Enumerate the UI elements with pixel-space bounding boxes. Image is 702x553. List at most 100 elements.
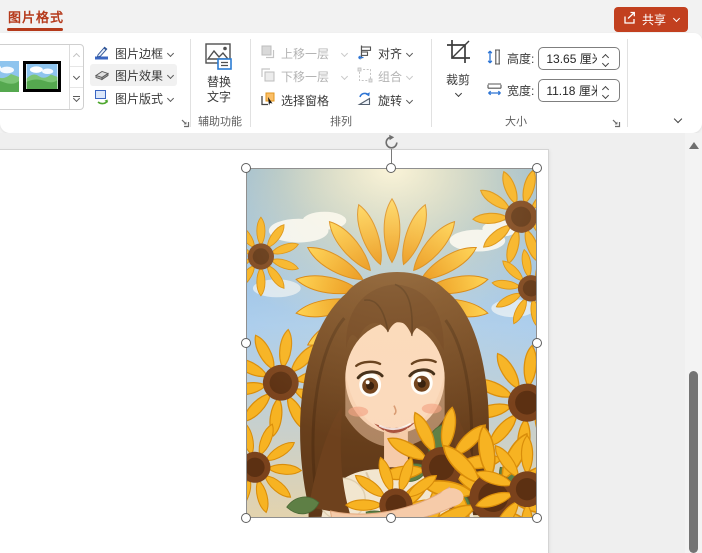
chevron-down-icon <box>341 49 348 56</box>
group-separator <box>250 39 251 127</box>
size-group-label: 大小 <box>486 113 546 129</box>
align-button[interactable]: 对齐 <box>353 42 416 64</box>
selection-pane-icon <box>260 91 276 110</box>
picture-style-thumbnail[interactable] <box>0 61 19 92</box>
share-label: 共享 <box>642 11 666 28</box>
chevron-up-icon <box>73 53 80 60</box>
chevron-down-icon <box>406 49 413 56</box>
chevron-down-icon <box>167 94 174 101</box>
arrange-group-label: 排列 <box>310 113 372 129</box>
crop-label: 裁剪 <box>446 73 470 88</box>
group-separator <box>431 39 432 127</box>
height-label: 高度: <box>507 50 534 67</box>
rotate-label: 旋转 <box>378 92 402 109</box>
rotation-handle-stem <box>391 149 392 163</box>
width-icon <box>486 80 503 101</box>
height-spinbox <box>538 47 620 70</box>
selection-pane-label: 选择窗格 <box>281 92 329 109</box>
resize-handle-bottom-center[interactable] <box>386 513 396 523</box>
picture-styles-dialog-launcher[interactable] <box>179 115 190 126</box>
chevron-down-icon <box>406 96 413 103</box>
alt-text-label-line1: 替换 <box>207 75 231 90</box>
align-label: 对齐 <box>378 45 402 62</box>
align-icon <box>357 44 373 63</box>
selected-picture[interactable] <box>246 168 537 518</box>
send-backward-icon <box>260 67 276 86</box>
vertical-scrollbar[interactable] <box>685 133 702 553</box>
chevron-down-icon <box>73 72 80 79</box>
chevron-down-icon <box>167 49 174 56</box>
alt-text-image-icon <box>204 42 234 75</box>
gallery-more-button[interactable] <box>70 87 83 109</box>
send-backward-label: 下移一层 <box>281 68 329 85</box>
group-button[interactable]: 组合 <box>353 65 416 87</box>
spinner-down-icon[interactable] <box>602 91 609 98</box>
accessibility-group-label: 辅助功能 <box>192 113 248 129</box>
send-backward-button[interactable]: 下移一层 <box>256 65 351 87</box>
selection-pane-button[interactable]: 选择窗格 <box>256 89 333 111</box>
width-spinner <box>597 84 613 98</box>
size-dialog-launcher[interactable] <box>610 115 621 126</box>
resize-handle-top-right[interactable] <box>532 163 542 173</box>
height-icon <box>486 48 503 69</box>
share-icon <box>623 11 637 28</box>
chevron-down-icon <box>454 90 461 97</box>
bring-forward-button[interactable]: 上移一层 <box>256 42 351 64</box>
ribbon: 图片边框 图片效果 图片版式 替换 文字 辅助功能 上移一层 <box>0 33 702 133</box>
picture-styles-gallery <box>0 44 84 110</box>
chevron-down-icon <box>167 71 174 78</box>
alt-text-button[interactable]: 替换 文字 <box>196 42 242 105</box>
gallery-scroll-controls <box>69 45 83 109</box>
picture-style-thumbnail-framed[interactable] <box>23 61 61 92</box>
resize-handle-top-center[interactable] <box>386 163 396 173</box>
picture-layout-icon <box>94 89 110 108</box>
scrollbar-up-arrow-icon[interactable] <box>689 142 699 149</box>
picture-border-pen-icon <box>94 44 110 63</box>
picture-layout-label: 图片版式 <box>115 90 163 107</box>
width-input[interactable] <box>539 84 597 98</box>
group-label-text: 组合 <box>378 68 402 85</box>
height-field-row: 高度: <box>486 47 620 70</box>
picture-effects-button[interactable]: 图片效果 <box>90 64 177 86</box>
width-label: 宽度: <box>507 82 534 99</box>
bring-forward-label: 上移一层 <box>281 45 329 62</box>
picture-effects-label: 图片效果 <box>115 67 163 84</box>
slide-canvas[interactable] <box>0 133 702 553</box>
resize-handle-middle-right[interactable] <box>532 338 542 348</box>
gallery-scroll-down-button[interactable] <box>70 66 83 88</box>
chevron-down-icon <box>674 114 682 122</box>
share-button[interactable]: 共享 <box>614 7 688 32</box>
spinner-down-icon[interactable] <box>602 59 609 66</box>
width-spinbox <box>538 79 620 102</box>
tab-picture-format[interactable]: 图片格式 <box>8 7 64 26</box>
chevron-down-icon <box>341 72 348 79</box>
ribbon-tab-row: 图片格式 共享 <box>0 0 702 33</box>
resize-handle-bottom-left[interactable] <box>241 513 251 523</box>
gallery-scroll-up-button[interactable] <box>70 45 83 66</box>
sunflower-girl-illustration <box>247 169 536 517</box>
resize-handle-middle-left[interactable] <box>241 338 251 348</box>
picture-effects-icon <box>94 66 110 85</box>
picture-layout-button[interactable]: 图片版式 <box>90 87 177 109</box>
height-spinner <box>597 52 613 66</box>
crop-icon <box>445 38 472 69</box>
picture-border-button[interactable]: 图片边框 <box>90 42 177 64</box>
resize-handle-top-left[interactable] <box>241 163 251 173</box>
width-field-row: 宽度: <box>486 79 620 102</box>
scrollbar-thumb[interactable] <box>689 371 698 553</box>
group-objects-icon <box>357 67 373 86</box>
collapse-ribbon-button[interactable] <box>671 113 685 127</box>
resize-handle-bottom-right[interactable] <box>532 513 542 523</box>
rotation-handle-icon[interactable] <box>383 134 400 151</box>
rotate-icon <box>357 91 373 110</box>
active-tab-underline <box>7 28 63 31</box>
crop-button[interactable]: 裁剪 <box>438 38 478 96</box>
alt-text-label-line2: 文字 <box>207 90 231 105</box>
share-dropdown-chevron-icon[interactable] <box>673 15 680 22</box>
group-separator <box>190 39 191 127</box>
height-input[interactable] <box>539 52 597 66</box>
group-separator <box>627 39 628 127</box>
picture-border-label: 图片边框 <box>115 45 163 62</box>
rotate-button[interactable]: 旋转 <box>353 89 416 111</box>
bring-forward-icon <box>260 44 276 63</box>
